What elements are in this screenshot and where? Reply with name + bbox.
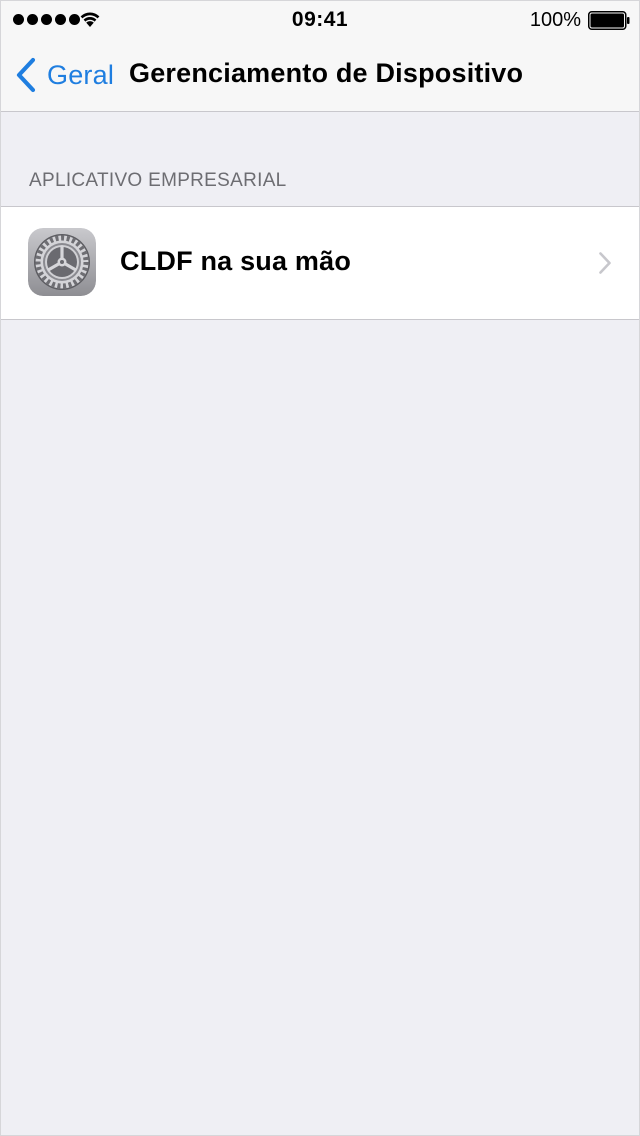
battery-percentage: 100% bbox=[529, 9, 581, 31]
status-bar: 09:41 100% bbox=[1, 1, 639, 41]
list-item-enterprise-app[interactable]: CLDF na sua mão bbox=[1, 207, 639, 319]
battery-icon bbox=[588, 11, 630, 30]
back-button-label: Geral bbox=[47, 59, 115, 90]
top-bar: 09:41 100% Geral Gerenciamento de Dispos… bbox=[1, 1, 639, 112]
section-header: APLICATIVO EMPRESARIAL bbox=[29, 170, 287, 191]
chevron-left-icon bbox=[16, 57, 36, 93]
enterprise-app-list: CLDF na sua mão bbox=[1, 206, 639, 320]
navigation-bar: Geral Gerenciamento de Dispositivo bbox=[1, 41, 639, 111]
chevron-right-icon bbox=[599, 252, 611, 274]
app-name-label: CLDF na sua mão bbox=[120, 246, 352, 276]
settings-gear-icon bbox=[28, 228, 96, 296]
device-screen: 09:41 100% Geral Gerenciamento de Dispos… bbox=[0, 0, 640, 1136]
page-title: Gerenciamento de Dispositivo bbox=[129, 58, 524, 88]
back-button[interactable]: Geral bbox=[15, 55, 114, 95]
